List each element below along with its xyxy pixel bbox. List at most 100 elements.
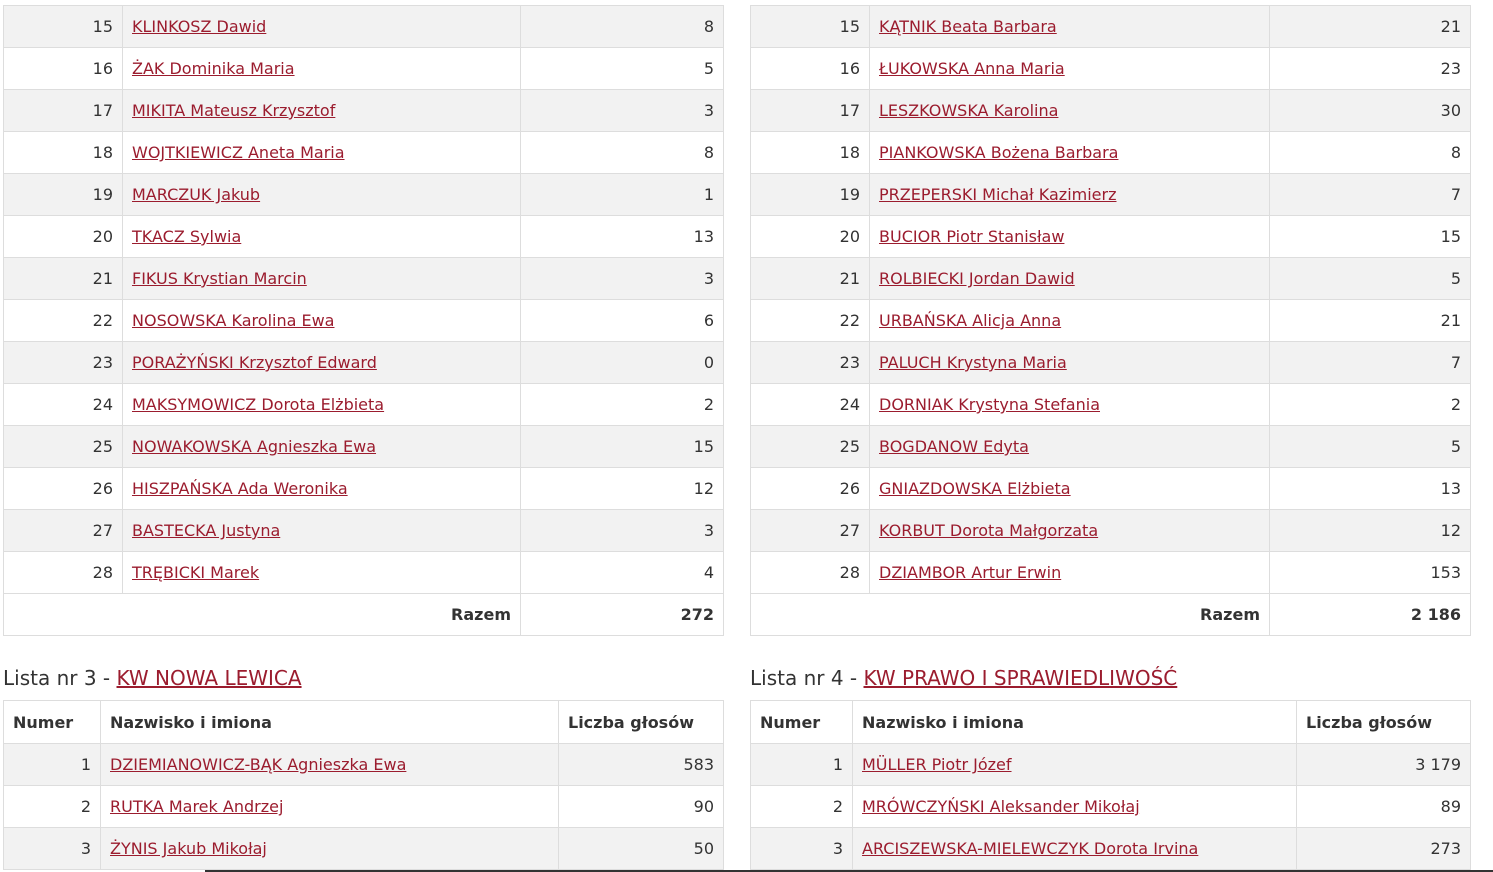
candidate-name-link[interactable]: DORNIAK Krystyna Stefania bbox=[879, 395, 1100, 414]
candidate-name-link[interactable]: MÜLLER Piotr Józef bbox=[862, 755, 1012, 774]
candidate-name-cell: MAKSYMOWICZ Dorota Elżbieta bbox=[122, 383, 521, 426]
candidate-number: 21 bbox=[3, 257, 123, 300]
candidate-number: 23 bbox=[750, 341, 870, 384]
candidate-name-cell: URBAŃSKA Alicja Anna bbox=[869, 299, 1270, 342]
candidate-name-link[interactable]: ŁUKOWSKA Anna Maria bbox=[879, 59, 1065, 78]
candidate-name-link[interactable]: RUTKA Marek Andrzej bbox=[110, 797, 283, 816]
candidate-votes: 2 bbox=[520, 383, 724, 426]
candidate-name-cell: DZIEMIANOWICZ-BĄK Agnieszka Ewa bbox=[100, 743, 559, 786]
candidate-name-cell: RUTKA Marek Andrzej bbox=[100, 785, 559, 828]
candidates-table-right: 15 KĄTNIK Beata Barbara 21 16 ŁUKOWSKA Anna … bbox=[750, 5, 1471, 636]
candidate-name-cell: KĄTNIK Beata Barbara bbox=[869, 5, 1270, 48]
candidate-name-link[interactable]: NOSOWSKA Karolina Ewa bbox=[132, 311, 334, 330]
candidate-name-cell: FIKUS Krystian Marcin bbox=[122, 257, 521, 300]
table-row: 2 MRÓWCZYŃSKI Aleksander Mikołaj 89 bbox=[750, 785, 1471, 828]
candidate-number: 1 bbox=[3, 743, 101, 786]
candidate-votes: 13 bbox=[1269, 467, 1471, 510]
candidates-table-left: 15 KLINKOSZ Dawid 8 16 ŻAK Dominika Maria 5 17… bbox=[3, 5, 724, 636]
candidate-name-link[interactable]: DZIAMBOR Artur Erwin bbox=[879, 563, 1061, 582]
total-row: Razem 2 186 bbox=[750, 593, 1471, 636]
candidate-name-link[interactable]: MIKITA Mateusz Krzysztof bbox=[132, 101, 335, 120]
candidate-name-cell: MRÓWCZYŃSKI Aleksander Mikołaj bbox=[852, 785, 1297, 828]
candidate-votes: 23 bbox=[1269, 47, 1471, 90]
candidate-number: 26 bbox=[3, 467, 123, 510]
table-row: 19 PRZEPERSKI Michał Kazimierz 7 bbox=[750, 173, 1471, 216]
candidate-votes: 12 bbox=[520, 467, 724, 510]
candidate-name-link[interactable]: BUCIOR Piotr Stanisław bbox=[879, 227, 1064, 246]
candidate-name-link[interactable]: NOWAKOWSKA Agnieszka Ewa bbox=[132, 437, 376, 456]
candidate-name-cell: ROLBIECKI Jordan Dawid bbox=[869, 257, 1270, 300]
list-4-header-row: Numer Nazwisko i imiona Liczba głosów bbox=[750, 700, 1471, 744]
table-row: 23 PALUCH Krystyna Maria 7 bbox=[750, 341, 1471, 384]
candidate-name-cell: WOJTKIEWICZ Aneta Maria bbox=[122, 131, 521, 174]
candidate-votes: 6 bbox=[520, 299, 724, 342]
candidate-votes: 8 bbox=[520, 131, 724, 174]
candidate-name-link[interactable]: PIANKOWSKA Bożena Barbara bbox=[879, 143, 1118, 162]
table-row: 21 FIKUS Krystian Marcin 3 bbox=[3, 257, 724, 300]
candidate-number: 1 bbox=[750, 743, 853, 786]
candidate-name-link[interactable]: MARCZUK Jakub bbox=[132, 185, 260, 204]
table-row: 22 URBAŃSKA Alicja Anna 21 bbox=[750, 299, 1471, 342]
candidate-name-link[interactable]: DZIEMIANOWICZ-BĄK Agnieszka Ewa bbox=[110, 755, 406, 774]
candidate-name-cell: LESZKOWSKA Karolina bbox=[869, 89, 1270, 132]
table-row: 23 PORAŻYŃSKI Krzysztof Edward 0 bbox=[3, 341, 724, 384]
list-4-committee-link[interactable]: KW PRAWO I SPRAWIEDLIWOŚĆ bbox=[864, 666, 1178, 690]
candidate-votes: 13 bbox=[520, 215, 724, 258]
candidate-name-link[interactable]: KLINKOSZ Dawid bbox=[132, 17, 266, 36]
table-row: 1 MÜLLER Piotr Józef 3 179 bbox=[750, 743, 1471, 786]
candidate-votes: 5 bbox=[1269, 425, 1471, 468]
candidate-name-cell: MARCZUK Jakub bbox=[122, 173, 521, 216]
candidate-name-link[interactable]: HISZPAŃSKA Ada Weronika bbox=[132, 479, 348, 498]
table-row: 16 ŁUKOWSKA Anna Maria 23 bbox=[750, 47, 1471, 90]
candidate-name-cell: BOGDANOW Edyta bbox=[869, 425, 1270, 468]
total-value: 2 186 bbox=[1269, 593, 1471, 636]
candidate-name-link[interactable]: ŻAK Dominika Maria bbox=[132, 59, 295, 78]
candidate-votes: 90 bbox=[558, 785, 724, 828]
candidate-name-link[interactable]: LESZKOWSKA Karolina bbox=[879, 101, 1058, 120]
table-row: 27 BASTECKA Justyna 3 bbox=[3, 509, 724, 552]
list-3-prefix: Lista nr 3 - bbox=[3, 666, 117, 690]
candidate-name-link[interactable]: ARCISZEWSKA-MIELEWCZYK Dorota Irvina bbox=[862, 839, 1198, 858]
candidate-name-link[interactable]: MRÓWCZYŃSKI Aleksander Mikołaj bbox=[862, 797, 1140, 816]
candidate-name-link[interactable]: MAKSYMOWICZ Dorota Elżbieta bbox=[132, 395, 384, 414]
candidate-number: 3 bbox=[750, 827, 853, 870]
candidate-name-link[interactable]: ŻYNIS Jakub Mikołaj bbox=[110, 839, 267, 858]
candidate-name-cell: TKACZ Sylwia bbox=[122, 215, 521, 258]
table-row: 28 TRĘBICKI Marek 4 bbox=[3, 551, 724, 594]
list-3-header-name: Nazwisko i imiona bbox=[100, 700, 559, 744]
candidate-number: 27 bbox=[750, 509, 870, 552]
candidate-name-link[interactable]: KĄTNIK Beata Barbara bbox=[879, 17, 1057, 36]
candidate-number: 20 bbox=[750, 215, 870, 258]
list-3-heading: Lista nr 3 - KW NOWA LEWICA bbox=[3, 666, 302, 690]
table-row: 1 DZIEMIANOWICZ-BĄK Agnieszka Ewa 583 bbox=[3, 743, 724, 786]
candidate-name-link[interactable]: FIKUS Krystian Marcin bbox=[132, 269, 307, 288]
list-3-committee-link[interactable]: KW NOWA LEWICA bbox=[117, 666, 302, 690]
candidate-votes: 8 bbox=[1269, 131, 1471, 174]
candidate-number: 27 bbox=[3, 509, 123, 552]
candidate-name-cell: ŻYNIS Jakub Mikołaj bbox=[100, 827, 559, 870]
list-4-header-name: Nazwisko i imiona bbox=[852, 700, 1297, 744]
candidate-name-link[interactable]: BASTECKA Justyna bbox=[132, 521, 280, 540]
candidate-name-link[interactable]: ROLBIECKI Jordan Dawid bbox=[879, 269, 1075, 288]
candidate-votes: 1 bbox=[520, 173, 724, 216]
candidate-number: 23 bbox=[3, 341, 123, 384]
candidate-name-cell: DZIAMBOR Artur Erwin bbox=[869, 551, 1270, 594]
table-row: 15 KĄTNIK Beata Barbara 21 bbox=[750, 5, 1471, 48]
candidate-name-link[interactable]: PRZEPERSKI Michał Kazimierz bbox=[879, 185, 1117, 204]
candidate-name-link[interactable]: URBAŃSKA Alicja Anna bbox=[879, 311, 1061, 330]
candidate-name-link[interactable]: TRĘBICKI Marek bbox=[132, 563, 259, 582]
list-3-header-num: Numer bbox=[3, 700, 101, 744]
candidate-name-link[interactable]: PORAŻYŃSKI Krzysztof Edward bbox=[132, 353, 377, 372]
candidate-name-link[interactable]: WOJTKIEWICZ Aneta Maria bbox=[132, 143, 345, 162]
candidate-name-link[interactable]: BOGDANOW Edyta bbox=[879, 437, 1029, 456]
candidate-name-link[interactable]: TKACZ Sylwia bbox=[132, 227, 241, 246]
candidate-votes: 8 bbox=[520, 5, 724, 48]
candidate-name-link[interactable]: KORBUT Dorota Małgorzata bbox=[879, 521, 1098, 540]
candidate-name-link[interactable]: PALUCH Krystyna Maria bbox=[879, 353, 1067, 372]
candidate-name-link[interactable]: GNIAZDOWSKA Elżbieta bbox=[879, 479, 1071, 498]
candidate-votes: 50 bbox=[558, 827, 724, 870]
candidate-name-cell: PORAŻYŃSKI Krzysztof Edward bbox=[122, 341, 521, 384]
candidate-votes: 153 bbox=[1269, 551, 1471, 594]
candidate-name-cell: HISZPAŃSKA Ada Weronika bbox=[122, 467, 521, 510]
table-row: 21 ROLBIECKI Jordan Dawid 5 bbox=[750, 257, 1471, 300]
